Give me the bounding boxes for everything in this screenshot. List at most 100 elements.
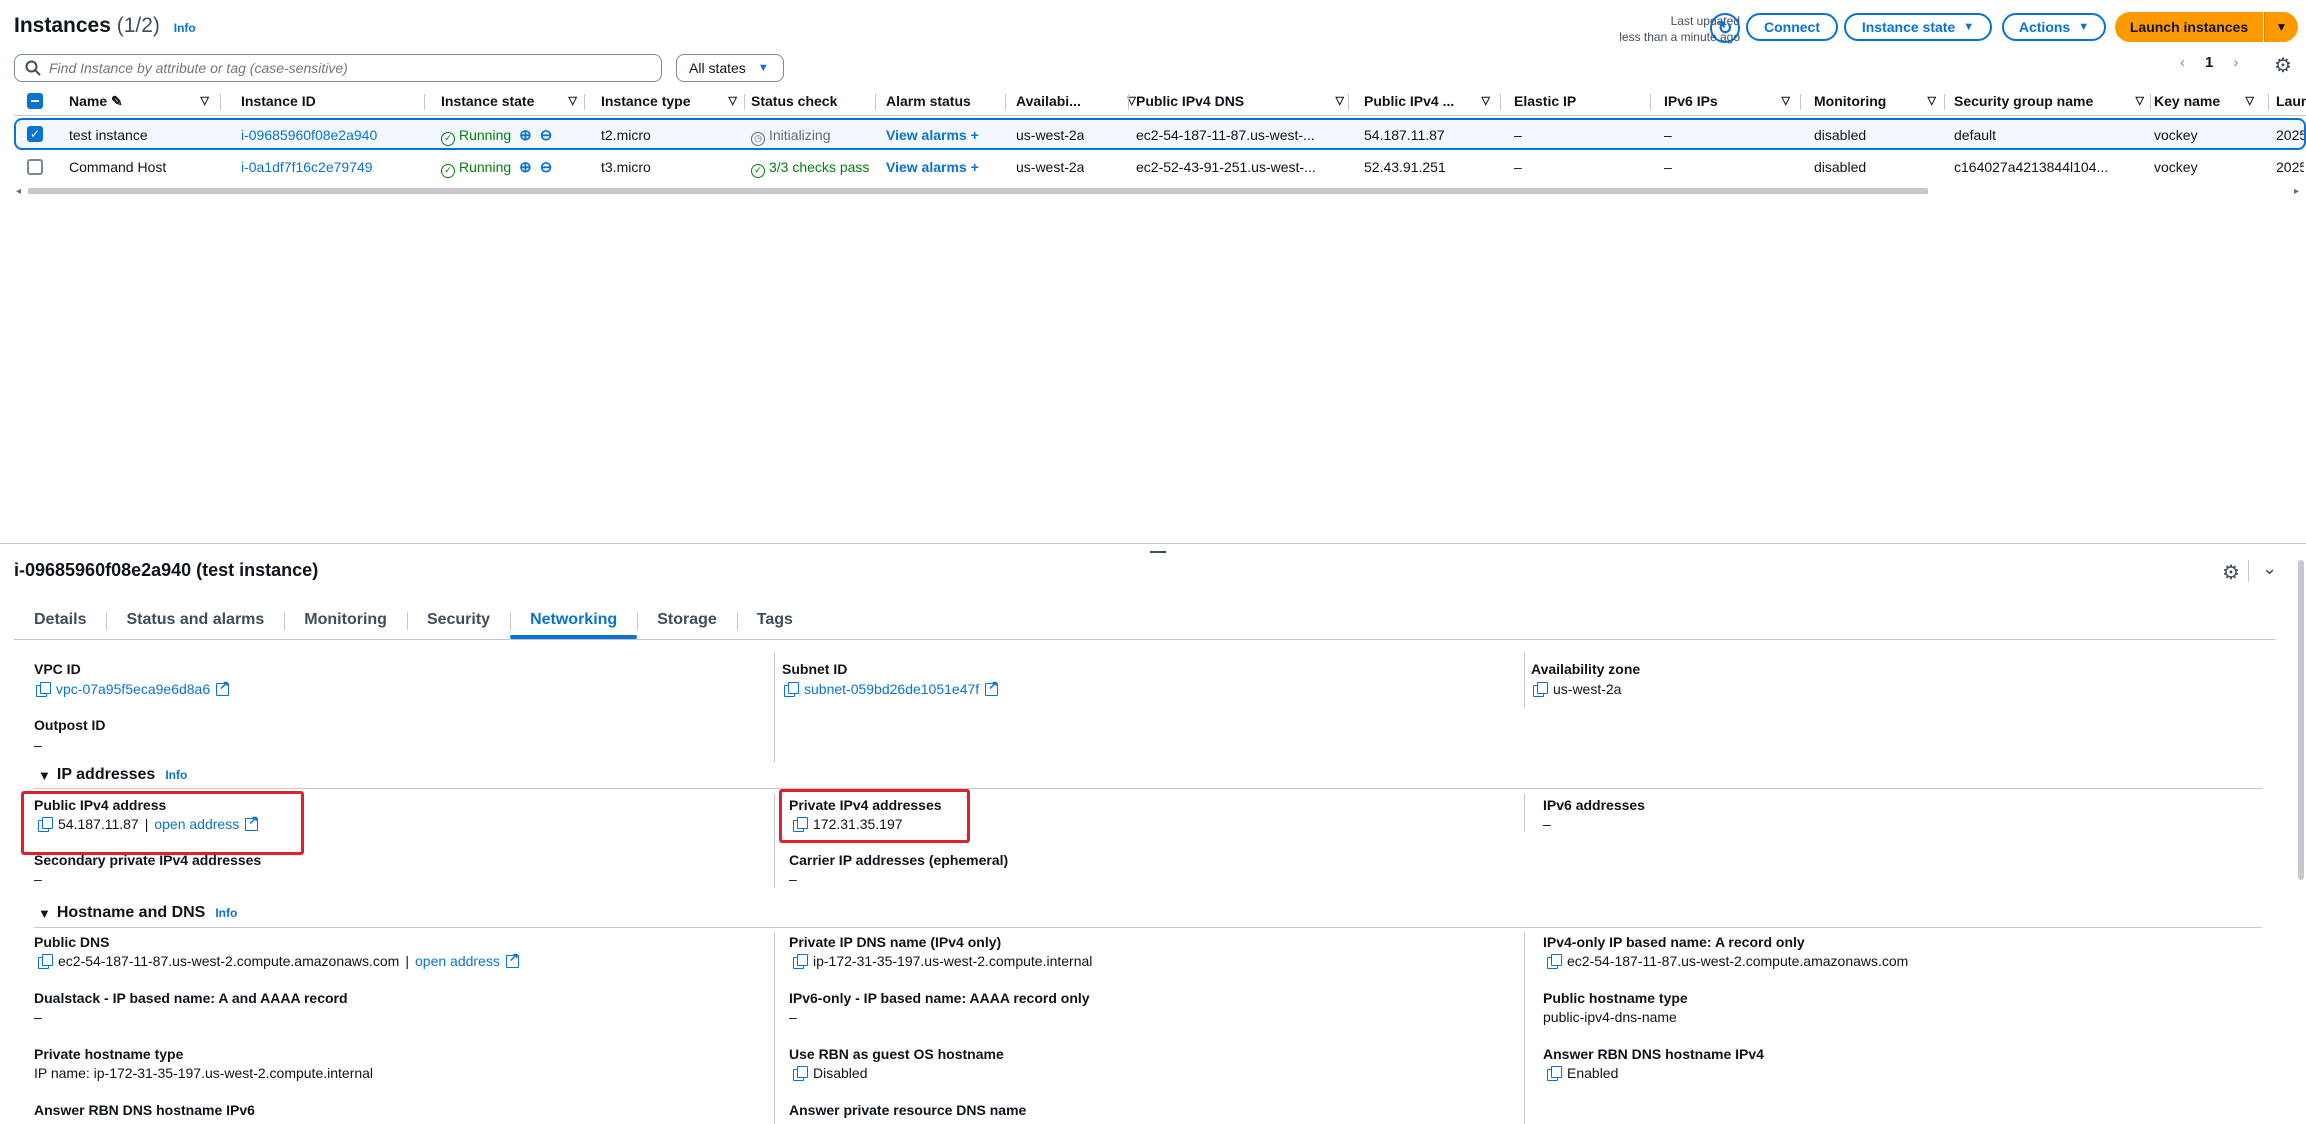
status-check-text: Initializing [769, 127, 831, 143]
scrollbar-thumb[interactable] [28, 188, 1928, 194]
chevron-down-icon[interactable]: ⌄ [2262, 558, 2277, 579]
copy-icon[interactable] [1547, 954, 1562, 969]
public-hostname-type-value: public-ipv4-dns-name [1543, 1009, 1677, 1025]
launch-time: 2025 [2276, 159, 2304, 175]
actions-button[interactable]: Actions ▼ [2002, 13, 2106, 41]
ipv4-only-name-value: ec2-54-187-11-87.us-west-2.compute.amazo… [1547, 953, 1908, 969]
search-input[interactable] [49, 60, 629, 76]
column-header-security-group[interactable]: Security group name ▽ [1954, 86, 2144, 116]
subnet-id-label: Subnet ID [782, 661, 848, 677]
gear-icon[interactable]: ⚙ [2222, 560, 2240, 585]
vpc-id-link[interactable]: vpc-07a95f5eca9e6d8a6 [56, 681, 210, 697]
external-link-icon[interactable] [505, 950, 519, 968]
ipv6-only-name-value: – [789, 1009, 797, 1025]
sort-icon: ▽ [1781, 95, 1790, 107]
view-alarms-link[interactable]: View alarms + [886, 120, 979, 150]
chevron-left-icon[interactable]: ‹ [2180, 54, 2185, 71]
external-link-icon[interactable] [216, 678, 229, 696]
row-checkbox[interactable] [27, 159, 43, 175]
copy-icon[interactable] [36, 682, 51, 697]
copy-icon[interactable] [38, 954, 53, 969]
column-header-elastic-ip[interactable]: Elastic IP [1514, 86, 1654, 116]
column-header-name[interactable]: Name ✎ ▽ [69, 86, 219, 116]
column-header-label: IPv6 IPs [1664, 93, 1718, 109]
sort-icon: ▽ [568, 95, 577, 107]
connect-button[interactable]: Connect [1746, 13, 1838, 41]
table-row[interactable]: ✓ test instance i-09685960f08e2a940 ✓ Run… [14, 118, 2306, 150]
tab-monitoring[interactable]: Monitoring [284, 604, 407, 636]
key-name: vockey [2154, 127, 2198, 143]
ip-addresses-section-header[interactable]: ▼ IP addresses Info [38, 766, 187, 784]
table-header: Name ✎ ▽ Instance ID Instance state ▽ Inst… [14, 86, 2306, 116]
section-title: Hostname and DNS [56, 904, 206, 921]
vertical-scrollbar[interactable] [2298, 560, 2304, 880]
column-header-availability-zone[interactable]: Availabi... ▽ [1016, 86, 1136, 116]
check-circle-icon: ✓ [751, 164, 765, 178]
copy-icon[interactable] [793, 954, 808, 969]
chevron-right-icon[interactable]: › [2233, 54, 2238, 71]
states-select-value: All states [689, 60, 746, 76]
column-header-instance-state[interactable]: Instance state ▽ [441, 86, 587, 116]
tab-details[interactable]: Details [22, 604, 106, 636]
column-header-public-ipv4[interactable]: Public IPv4 ... ▽ [1364, 86, 1500, 116]
info-link[interactable]: Info [215, 906, 237, 920]
instance-id-link[interactable]: i-09685960f08e2a940 [241, 120, 377, 150]
zoom-in-icon[interactable]: ⊕ [519, 159, 532, 176]
instance-state-button[interactable]: Instance state ▼ [1844, 13, 1992, 41]
resize-handle[interactable] [1150, 551, 1166, 553]
column-header-monitoring[interactable]: Monitoring ▽ [1814, 86, 1936, 116]
copy-icon[interactable] [1533, 682, 1548, 697]
tab-tags[interactable]: Tags [736, 604, 813, 636]
zoom-out-icon[interactable]: ⊖ [540, 159, 553, 176]
select-all-checkbox[interactable] [27, 93, 43, 109]
tab-status-and-alarms[interactable]: Status and alarms [106, 604, 284, 636]
refresh-button[interactable]: ↻ [1710, 13, 1740, 43]
column-header-alarm-status[interactable]: Alarm status [886, 86, 1014, 116]
instances-header: Instances (1/2) Info Last updated less t… [0, 0, 2306, 60]
table-row[interactable]: Command Host i-0a1df7f16c2e79749 ✓ Runnin… [14, 152, 2306, 184]
launch-options-button[interactable]: ▼ [2264, 12, 2298, 42]
column-header-label: Alarm status [886, 93, 971, 109]
column-header-label: Laun [2276, 93, 2306, 109]
external-link-icon[interactable] [985, 678, 998, 696]
scroll-left-icon[interactable]: ◂ [16, 186, 21, 194]
column-header-instance-id[interactable]: Instance ID [241, 86, 431, 116]
gear-icon[interactable]: ⚙ [2274, 53, 2292, 78]
copy-icon[interactable] [1547, 1066, 1562, 1081]
column-header-public-ipv4-dns[interactable]: Public IPv4 DNS ▽ [1136, 86, 1354, 116]
tab-networking[interactable]: Networking [510, 604, 638, 639]
row-checkbox[interactable]: ✓ [27, 126, 43, 142]
column-separator [1500, 94, 1501, 110]
states-select[interactable]: All states ▼ [676, 54, 784, 82]
info-link[interactable]: Info [174, 21, 196, 35]
tab-storage[interactable]: Storage [637, 604, 737, 636]
column-header-ipv6-ips[interactable]: IPv6 IPs ▽ [1664, 86, 1800, 116]
info-link[interactable]: Info [165, 768, 187, 782]
private-ip-dns-label: Private IP DNS name (IPv4 only) [789, 934, 1002, 950]
hostname-dns-section-header[interactable]: ▼ Hostname and DNS Info [38, 904, 237, 922]
column-separator [875, 94, 876, 110]
refresh-icon: ↻ [1717, 17, 1733, 38]
open-address-link[interactable]: open address [415, 953, 500, 969]
column-header-key-name[interactable]: Key name ▽ [2154, 86, 2254, 116]
secondary-private-ipv4-value: – [34, 871, 42, 887]
page-number[interactable]: 1 [2205, 54, 2213, 71]
zoom-in-icon[interactable]: ⊕ [519, 127, 532, 144]
column-header-launch-time[interactable]: Laun [2276, 86, 2306, 116]
horizontal-scrollbar[interactable]: ◂ ▸ [14, 186, 2306, 194]
column-header-label: Instance type [601, 93, 691, 109]
zoom-out-icon[interactable]: ⊖ [540, 127, 553, 144]
tab-security[interactable]: Security [406, 604, 510, 636]
copy-icon[interactable] [784, 682, 799, 697]
search-box[interactable] [14, 54, 662, 82]
instance-id-link[interactable]: i-0a1df7f16c2e79749 [241, 152, 373, 182]
launch-instances-button[interactable]: Launch instances [2115, 12, 2263, 42]
column-header-instance-type[interactable]: Instance type ▽ [601, 86, 747, 116]
copy-icon[interactable] [793, 1066, 808, 1081]
highlight-box [779, 789, 970, 843]
subnet-id-link[interactable]: subnet-059bd26de1051e47f [804, 681, 979, 697]
scroll-right-icon[interactable]: ▸ [2294, 186, 2299, 194]
column-header-status-check[interactable]: Status check [751, 86, 879, 116]
view-alarms-link[interactable]: View alarms + [886, 152, 979, 182]
private-ip-dns-text: ip-172-31-35-197.us-west-2.compute.inter… [813, 953, 1093, 969]
